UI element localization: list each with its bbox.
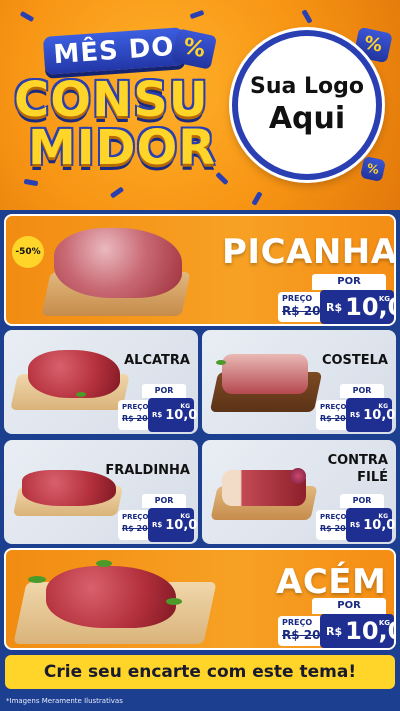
title-line-3: MIDOR bbox=[28, 120, 217, 176]
new-price: R$ 10,00 KG bbox=[320, 614, 394, 648]
herb-garnish bbox=[28, 576, 46, 583]
price-tag: POR PREÇO R$ 20,00 R$ 10,00 KG bbox=[278, 598, 394, 648]
new-price: R$ 10,00 KG bbox=[346, 508, 396, 542]
price-tag: POR PREÇO R$ 20,00 R$ 10,00 KG bbox=[118, 494, 198, 542]
logo-placeholder: Sua Logo Aqui bbox=[232, 30, 382, 180]
por-label: POR bbox=[142, 384, 186, 398]
herb-garnish bbox=[216, 360, 226, 365]
unit: KG bbox=[378, 619, 390, 627]
herb-garnish bbox=[166, 598, 182, 605]
new-price: R$ 10,00 KG bbox=[148, 508, 198, 542]
currency: R$ bbox=[326, 624, 343, 638]
onion-image bbox=[290, 468, 306, 484]
confetti bbox=[251, 191, 263, 206]
confetti bbox=[215, 171, 229, 186]
price-tag: POR PREÇO R$ 20,00 R$ 10,00 KG bbox=[118, 384, 198, 432]
header-banner: MÊS DO CONSU MIDOR % % % Sua Logo Aqui bbox=[0, 0, 400, 210]
product-name-line-1: CONTRA bbox=[327, 453, 388, 468]
product-name: COSTELA bbox=[321, 353, 388, 368]
confetti bbox=[189, 9, 205, 20]
currency: R$ bbox=[326, 300, 343, 314]
por-label: POR bbox=[142, 494, 186, 508]
confetti bbox=[23, 178, 39, 187]
por-label: POR bbox=[312, 274, 386, 290]
new-price: R$ 10,00 KG bbox=[148, 398, 198, 432]
confetti bbox=[301, 9, 313, 24]
unit: KG bbox=[180, 403, 190, 410]
currency: R$ bbox=[152, 521, 163, 529]
product-name: ACÉM bbox=[276, 562, 387, 602]
title-line-1: MÊS DO bbox=[42, 27, 186, 75]
picanha-image bbox=[54, 228, 182, 298]
unit: KG bbox=[378, 295, 390, 303]
discount-badge: -50% bbox=[12, 236, 44, 268]
product-name: CONTRA FILÉ bbox=[328, 452, 388, 486]
por-label: POR bbox=[340, 384, 384, 398]
percent-icon: % bbox=[359, 155, 387, 183]
product-name: FRALDINHA bbox=[105, 463, 190, 478]
cta-banner[interactable]: Crie seu encarte com este tema! bbox=[5, 655, 395, 689]
product-name: PICANHA bbox=[222, 232, 396, 272]
unit: KG bbox=[378, 403, 388, 410]
por-label: POR bbox=[312, 598, 386, 614]
currency: R$ bbox=[350, 521, 361, 529]
confetti bbox=[109, 186, 125, 199]
por-label: POR bbox=[340, 494, 384, 508]
product-card-contra-file: CONTRA FILÉ POR PREÇO R$ 20,00 R$ 10,00 … bbox=[202, 440, 396, 544]
unit: KG bbox=[378, 513, 388, 520]
herb-garnish bbox=[76, 392, 86, 397]
logo-line-1: Sua Logo bbox=[249, 74, 364, 99]
disclaimer: *Imagens Meramente Ilustrativas bbox=[6, 697, 123, 705]
new-price: R$ 10,00 KG bbox=[346, 398, 396, 432]
herb-garnish bbox=[96, 560, 112, 567]
price-tag: POR PREÇO R$ 20,00 R$ 10,00 KG bbox=[278, 274, 394, 324]
product-card-fraldinha: FRALDINHA POR PREÇO R$ 20,00 R$ 10,00 KG bbox=[4, 440, 198, 544]
logo-line-2: Aqui bbox=[268, 101, 346, 136]
price-tag: POR PREÇO R$ 20,00 R$ 10,00 KG bbox=[316, 494, 396, 542]
product-name-line-2: FILÉ bbox=[357, 470, 388, 485]
unit: KG bbox=[180, 513, 190, 520]
acem-image bbox=[46, 566, 176, 628]
price-tag: POR PREÇO R$ 20,00 R$ 10,00 KG bbox=[316, 384, 396, 432]
product-card-costela: COSTELA POR PREÇO R$ 20,00 R$ 10,00 KG bbox=[202, 330, 396, 434]
product-card-alcatra: ALCATRA POR PREÇO R$ 20,00 R$ 10,00 KG bbox=[4, 330, 198, 434]
alcatra-image bbox=[28, 350, 120, 398]
confetti bbox=[19, 10, 35, 23]
currency: R$ bbox=[350, 411, 361, 419]
costela-image bbox=[222, 354, 308, 394]
product-card-picanha: -50% PICANHA POR PREÇO R$ 20,00 R$ 10,00… bbox=[4, 214, 396, 326]
product-name: ALCATRA bbox=[124, 353, 190, 368]
fraldinha-image bbox=[22, 470, 116, 506]
currency: R$ bbox=[152, 411, 163, 419]
new-price: R$ 10,00 KG bbox=[320, 290, 394, 324]
product-card-acem: ACÉM POR PREÇO R$ 20,00 R$ 10,00 KG bbox=[4, 548, 396, 650]
